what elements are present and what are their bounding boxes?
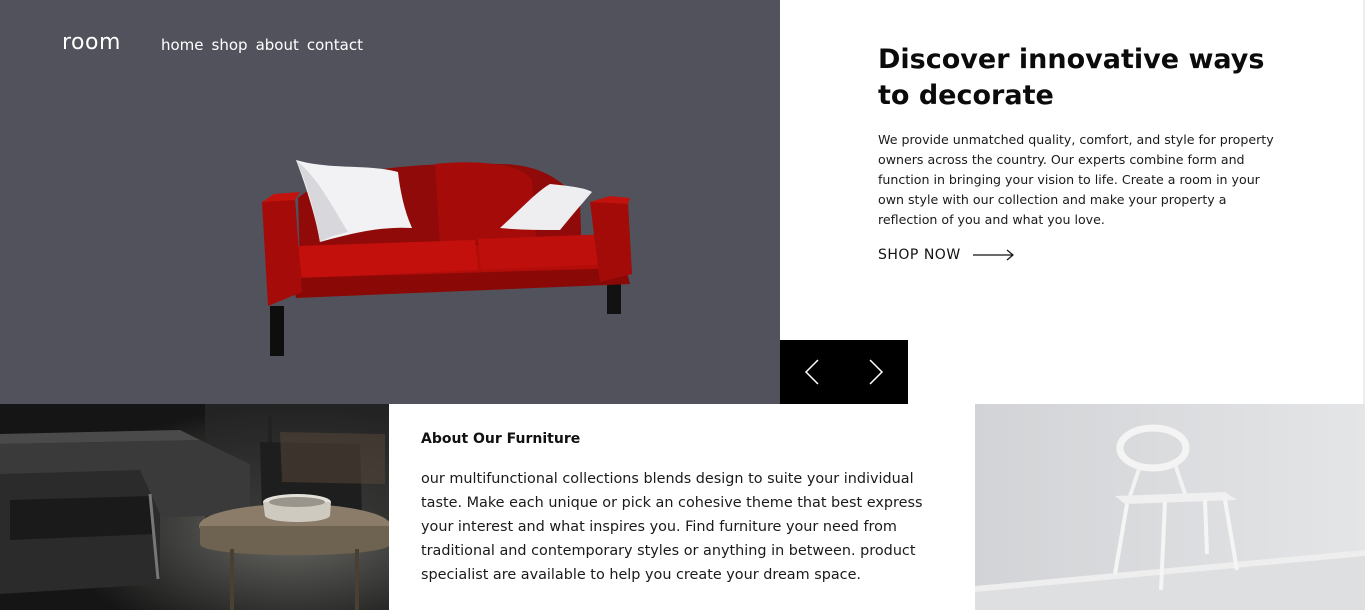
nav-link-home[interactable]: home: [161, 36, 204, 54]
hero-title: Discover innovative ways to decorate: [878, 44, 1265, 111]
shop-now-label: SHOP NOW: [878, 247, 961, 263]
hero-description: We provide unmatched quality, comfort, a…: [878, 132, 1274, 227]
slider-next-button[interactable]: [844, 340, 908, 404]
slider-controls: [780, 340, 908, 404]
about-title: About Our Furniture: [421, 431, 581, 447]
chevron-left-icon: [804, 359, 819, 385]
red-sofa-image: [262, 160, 632, 356]
nav-link-contact[interactable]: contact: [307, 36, 363, 54]
dark-interior-illustration: [0, 404, 389, 610]
nav-link-about[interactable]: about: [256, 36, 299, 54]
slider-prev-button[interactable]: [780, 340, 844, 404]
about-text: our multifunctional collections blends d…: [421, 471, 923, 583]
nav-link-shop[interactable]: shop: [212, 36, 248, 54]
white-chair-illustration: [975, 404, 1365, 610]
chevron-right-icon: [869, 359, 884, 385]
shop-now-button[interactable]: SHOP NOW: [878, 247, 1015, 263]
hero-image-panel: room home shop about contact: [0, 0, 780, 404]
arrow-right-icon: [972, 249, 1014, 261]
logo[interactable]: room: [62, 30, 121, 55]
white-chair-image: [975, 404, 1365, 610]
about-section: About Our Furniture our multifunctional …: [389, 404, 975, 610]
main-nav: home shop about contact: [161, 36, 363, 54]
dark-interior-image: [0, 404, 389, 610]
